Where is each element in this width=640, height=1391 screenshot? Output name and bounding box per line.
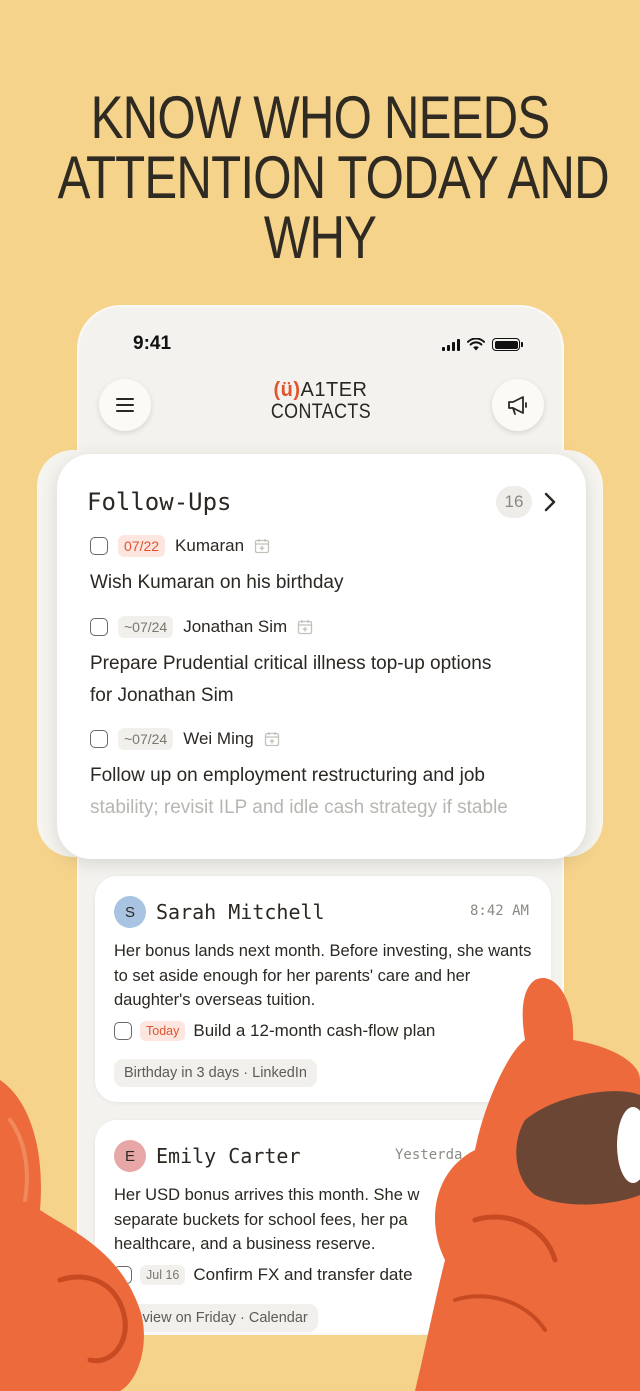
followup-checkbox[interactable] [90,730,108,748]
headline-line-3: WHY [263,204,377,271]
task-text: Confirm FX and transfer date [193,1265,413,1284]
contact-time: 8:42 AM [469,903,529,919]
megaphone-icon [508,396,527,415]
calendar-add-icon[interactable] [264,731,280,747]
status-time: 9:41 [133,333,172,354]
followup-item[interactable]: ~07/24 Jonathan Sim Prepare Prudential c… [90,616,570,712]
followup-contact: Jonathan Sim [183,617,288,636]
followup-text-line: Follow up on employment restructuring an… [90,765,485,786]
followup-date: ~07/24 [118,728,174,750]
wifi-icon [467,338,485,351]
cellular-signal-icon [442,338,460,351]
followup-text-line: for Jonathan Sim [90,685,234,706]
contact-name: Emily Carter [156,1144,301,1168]
task-text: Build a 12-month cash-flow plan [193,1021,436,1040]
followups-card: Follow-Ups 16 07/22 Kumaran Wish Kumaran… [57,454,586,859]
followup-checkbox[interactable] [90,618,108,636]
app-logo: (ü)A1TER CONTACTS [79,379,562,423]
logo-line-1: A1TER [300,379,368,401]
logo-mark: (ü) [273,379,301,401]
followup-item[interactable]: ~07/24 Wei Ming Follow up on employment … [90,728,570,824]
avatar: S [114,896,146,928]
headline: KNOW WHO NEEDS ATTENTION TODAY AND WHY [57,84,610,271]
followup-text: Wish Kumaran on his birthday [90,572,344,593]
headline-line-1: KNOW WHO NEEDS [90,84,550,151]
followup-text-line: stability; revisit ILP and idle cash str… [90,797,508,818]
task-date-tag: Today [140,1021,186,1041]
announcements-button[interactable] [492,379,544,431]
followup-item[interactable]: 07/22 Kumaran Wish Kumaran on his birthd… [90,535,570,599]
followup-contact: Wei Ming [183,729,254,748]
calendar-add-icon[interactable] [297,619,313,635]
followups-count-badge: 16 [496,486,532,518]
status-icons [442,338,523,351]
followup-contact: Kumaran [175,536,245,555]
followup-text: Prepare Prudential critical illness top-… [90,648,570,712]
followup-text: Follow up on employment restructuring an… [90,760,570,824]
followup-checkbox[interactable] [90,537,108,555]
chevron-right-icon[interactable] [544,492,556,512]
right-mascot-illustration [415,978,640,1391]
logo-line-2: CONTACTS [270,400,371,423]
followups-title: Follow-Ups [87,488,232,516]
followup-date: ~07/24 [118,616,174,638]
headline-line-2: ATTENTION TODAY AND [57,144,610,211]
contact-name: Sarah Mitchell [156,900,325,924]
task-checkbox[interactable] [114,1022,132,1040]
followup-date: 07/22 [118,535,166,557]
left-mascot-illustration [0,1080,144,1391]
followup-text-line: Prepare Prudential critical illness top-… [90,653,492,674]
battery-icon [492,338,523,351]
task-row: Today Build a 12-month cash-flow plan [114,1021,435,1041]
calendar-add-icon[interactable] [254,538,270,554]
